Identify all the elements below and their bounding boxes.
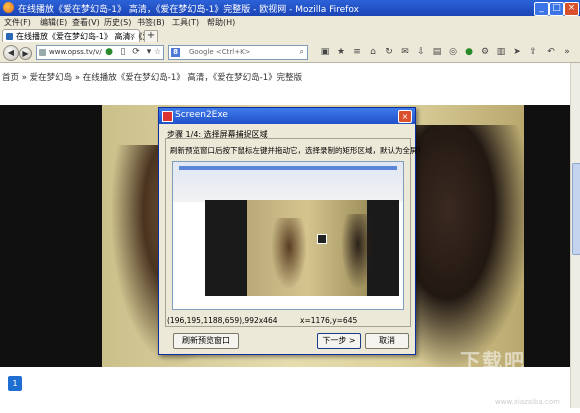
page-favicon-icon bbox=[6, 33, 13, 40]
mouse-position-readout: x=1176,y=645 bbox=[300, 316, 358, 325]
search-icon[interactable]: ⌕ bbox=[300, 47, 304, 57]
dialog-title-bar[interactable]: Screen2Exe × bbox=[159, 108, 415, 124]
app-icon bbox=[162, 111, 173, 122]
settings-icon[interactable]: ⚙ bbox=[480, 47, 490, 57]
menu-bookmarks[interactable]: 书签(B) bbox=[137, 17, 165, 28]
tab-strip: 在线播放《爱在梦幻岛-1》 高清，《爱... × + bbox=[0, 28, 580, 43]
undo-icon[interactable]: ↶ bbox=[546, 47, 556, 57]
watermark-logo: 下载吧 bbox=[460, 349, 526, 373]
more-icon[interactable]: » bbox=[562, 47, 572, 57]
vertical-scrollbar[interactable] bbox=[570, 63, 580, 408]
navigation-bar: ◀ ▶ www.opss.tv/v/ ☆ ● ▯ ⟳ ▾ 8 Google <C… bbox=[0, 42, 580, 63]
menu-history[interactable]: 历史(S) bbox=[104, 17, 131, 28]
minimize-button[interactable]: _ bbox=[534, 2, 549, 16]
breadcrumb-series-link[interactable]: 爱在梦幻岛 bbox=[30, 73, 73, 83]
next-button[interactable]: 下一步 > bbox=[317, 333, 361, 349]
dialog-close-button[interactable]: × bbox=[398, 110, 412, 123]
breadcrumb: 首页 » 爱在梦幻岛 » 在线播放《爱在梦幻岛-1》 高清，《爱在梦幻岛-1》完… bbox=[2, 71, 302, 83]
letterbox-left bbox=[0, 105, 102, 367]
refresh-icon[interactable]: ↻ bbox=[384, 47, 394, 57]
security-icon[interactable]: ● bbox=[104, 47, 114, 57]
instruction-text: 刷新预览窗口后按下鼠标左键并拖动它，选择录制的矩形区域，默认为全屏！ bbox=[170, 146, 425, 155]
browser-tab[interactable]: 在线播放《爱在梦幻岛-1》 高清，《爱... × bbox=[2, 29, 158, 43]
extension-icon[interactable]: ● bbox=[464, 47, 474, 57]
globe-icon[interactable]: ◎ bbox=[448, 47, 458, 57]
menu-file[interactable]: 文件(F) bbox=[4, 17, 31, 28]
close-window-button[interactable]: × bbox=[564, 2, 579, 16]
download-icon[interactable]: ⇩ bbox=[416, 47, 426, 57]
capture-group: 刷新预览窗口后按下鼠标左键并拖动它，选择录制的矩形区域，默认为全屏！ bbox=[165, 138, 425, 327]
cursor-icon[interactable]: ➤ bbox=[512, 47, 522, 57]
home-icon[interactable]: ⌂ bbox=[368, 47, 378, 57]
search-input[interactable]: Google <Ctrl+K> bbox=[189, 48, 251, 56]
tab-label: 在线播放《爱在梦幻岛-1》 高清，《爱... bbox=[16, 32, 159, 41]
dropdown-arrow-icon[interactable]: ▾ bbox=[144, 47, 154, 57]
page-number-button[interactable]: 1 bbox=[8, 376, 22, 391]
reload-icon[interactable]: ⟳ bbox=[131, 47, 141, 57]
screen2exe-dialog: Screen2Exe × 步骤 1/4: 选择屏幕捕捉区域 刷新预览窗口后按下鼠… bbox=[158, 107, 425, 355]
breadcrumb-home-link[interactable]: 首页 bbox=[2, 73, 19, 83]
breadcrumb-current: 在线播放《爱在梦幻岛-1》 高清，《爱在梦幻岛-1》完整版 bbox=[82, 73, 303, 83]
tab-close-icon[interactable]: × bbox=[129, 31, 136, 40]
letterbox-right bbox=[524, 105, 570, 367]
menu-tools[interactable]: 工具(T) bbox=[172, 17, 199, 28]
addon-icon[interactable]: ▣ bbox=[320, 47, 330, 57]
share-icon[interactable]: ⇪ bbox=[528, 47, 538, 57]
preview-cursor-icon bbox=[317, 234, 327, 244]
maximize-button[interactable]: □ bbox=[549, 2, 564, 16]
pdf-icon[interactable]: ▤ bbox=[432, 47, 442, 57]
capture-region-readout: (196,195,1188,659),992x464 bbox=[167, 316, 278, 325]
capture-preview[interactable] bbox=[172, 161, 404, 310]
window-title-bar: 在线播放《爱在梦幻岛-1》 高清，《爱在梦幻岛-1》完整版 - 欧视网 - Mo… bbox=[0, 0, 580, 16]
watermark-url: www.xiazaiba.com bbox=[495, 398, 560, 406]
search-engine-icon[interactable]: 8 bbox=[171, 48, 180, 57]
preview-title-bar bbox=[179, 166, 397, 170]
breadcrumb-separator: » bbox=[74, 73, 81, 83]
menu-icon[interactable]: ≡ bbox=[352, 47, 362, 57]
preview-figure-right bbox=[341, 214, 375, 290]
bookmark-star-icon[interactable]: ☆ bbox=[154, 47, 161, 56]
addon-bar-icon[interactable]: ▥ bbox=[496, 47, 506, 57]
back-button[interactable]: ◀ bbox=[3, 45, 19, 61]
scrollbar-thumb[interactable] bbox=[572, 163, 580, 255]
window-title: 在线播放《爱在梦幻岛-1》 高清，《爱在梦幻岛-1》完整版 - 欧视网 - Mo… bbox=[18, 5, 359, 15]
breadcrumb-separator: » bbox=[21, 73, 27, 83]
email-icon[interactable]: ✉ bbox=[400, 47, 410, 57]
forward-button[interactable]: ▶ bbox=[19, 47, 32, 60]
refresh-preview-button[interactable]: 刷新预览窗口 bbox=[173, 333, 239, 349]
phone-icon[interactable]: ▯ bbox=[118, 47, 128, 57]
search-bar[interactable]: 8 Google <Ctrl+K> ⌕ bbox=[168, 45, 308, 60]
star-icon[interactable]: ★ bbox=[336, 47, 346, 57]
dialog-title: Screen2Exe bbox=[175, 110, 228, 120]
preview-video bbox=[205, 200, 399, 296]
menu-edit[interactable]: 编辑(E) bbox=[40, 17, 67, 28]
menu-view[interactable]: 查看(V) bbox=[72, 17, 100, 28]
url-text: www.opss.tv/v/ bbox=[49, 48, 102, 56]
firefox-icon bbox=[3, 2, 14, 13]
site-identity-icon bbox=[39, 49, 46, 56]
cancel-button[interactable]: 取消 bbox=[365, 333, 409, 349]
menu-help[interactable]: 帮助(H) bbox=[207, 17, 235, 28]
preview-figure-left bbox=[271, 218, 307, 290]
